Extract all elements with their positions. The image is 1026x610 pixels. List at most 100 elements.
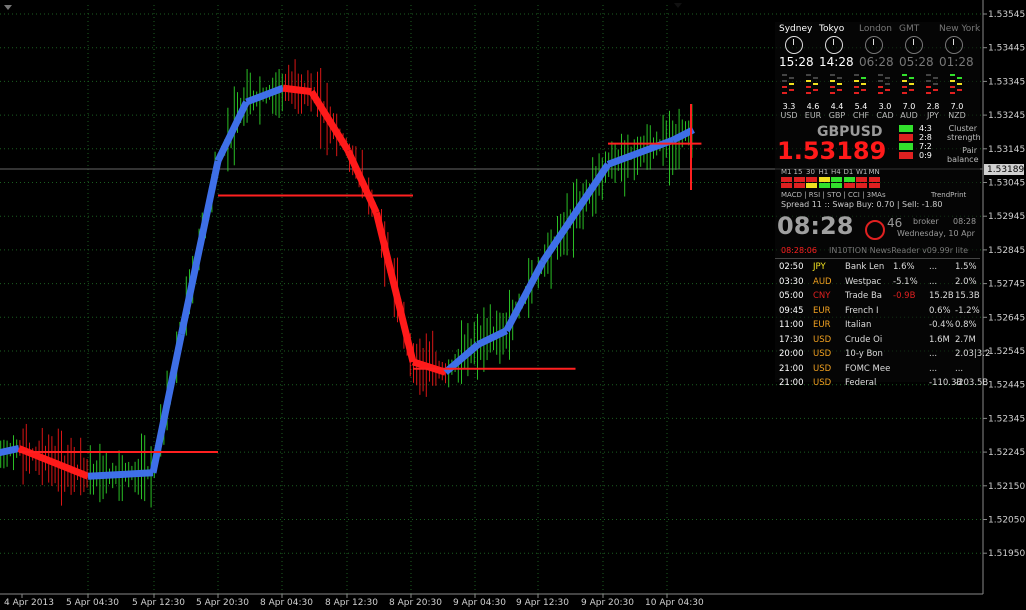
pair-price: 1.53189 bbox=[777, 137, 887, 165]
news-row[interactable]: 17:30 USD Crude Oi 1.6M 2.7M bbox=[779, 335, 979, 347]
price-tick-label: 1.53345 bbox=[988, 77, 1025, 87]
ratio-label: 0:9 bbox=[919, 151, 932, 160]
currency-name: CAD bbox=[876, 111, 894, 120]
strength-bar bbox=[933, 83, 938, 85]
trendprint-label: TrendPrint bbox=[931, 191, 967, 199]
pair-balance-label: Pair balance bbox=[947, 146, 979, 164]
news-cur: CNY bbox=[813, 291, 831, 301]
strength-bar bbox=[885, 77, 890, 79]
trend-segment bbox=[476, 327, 508, 348]
strength-bar bbox=[782, 80, 787, 82]
strength-bar bbox=[902, 74, 907, 76]
news-previous: -1.2% bbox=[955, 305, 980, 316]
session-time: 01:28 bbox=[939, 55, 974, 69]
strength-value: 4.6 bbox=[806, 102, 820, 111]
news-time: 02:50 bbox=[779, 262, 804, 272]
news-forecast: ... bbox=[929, 363, 938, 374]
price-tick-label: 1.51950 bbox=[988, 549, 1025, 559]
strength-value: 2.8 bbox=[926, 102, 940, 111]
broker-label: broker bbox=[913, 217, 939, 226]
strength-bar bbox=[950, 86, 955, 88]
timeframe-label: W1 bbox=[856, 168, 868, 176]
time-tick-label: 5 Apr 04:30 bbox=[66, 598, 119, 608]
news-time: 21:00 bbox=[779, 363, 804, 374]
strength-bar bbox=[806, 80, 811, 82]
news-row[interactable]: 21:00 USD Federal -110.3B -203.5B bbox=[779, 378, 988, 390]
strength-bar bbox=[806, 74, 811, 76]
ratio-label: 4:3 bbox=[919, 124, 932, 133]
trend-segment bbox=[245, 84, 285, 106]
strength-bar bbox=[854, 86, 859, 88]
time-tick-label: 5 Apr 12:30 bbox=[132, 598, 185, 608]
clock-icon bbox=[865, 36, 883, 54]
ratio-label: 2:8 bbox=[919, 133, 932, 142]
trend-segment bbox=[411, 358, 447, 376]
news-event: 10-y Bon bbox=[845, 349, 883, 359]
news-time: 05:00 bbox=[779, 291, 804, 301]
news-cur: EUR bbox=[813, 320, 831, 330]
strength-bar bbox=[837, 89, 842, 91]
timeframe-signal bbox=[818, 177, 830, 182]
timeframe-signal bbox=[856, 177, 867, 182]
timeframe-label: H4 bbox=[831, 168, 841, 176]
timeframe-signal bbox=[818, 183, 830, 188]
news-row[interactable]: 02:50 JPY Bank Len 1.6%... 1.5% bbox=[779, 262, 979, 274]
news-actual: -0.9B bbox=[893, 291, 916, 301]
trend-segment bbox=[373, 212, 417, 363]
price-tick-label: 1.52645 bbox=[988, 313, 1025, 323]
news-forecast: -0.4% bbox=[929, 320, 954, 330]
strength-bar bbox=[789, 77, 794, 79]
currency-name: NZD bbox=[948, 111, 966, 120]
ratio-bar bbox=[899, 143, 913, 150]
news-actual: -5.1% bbox=[893, 276, 918, 287]
strength-value: 7.0 bbox=[950, 102, 964, 111]
alarm-clock-icon bbox=[865, 220, 885, 240]
session-city: Sydney bbox=[779, 24, 813, 34]
news-row[interactable]: 05:00 CNY Trade Ba -0.9B 15.2B 15.3B bbox=[779, 291, 980, 303]
news-row[interactable]: 09:45 EUR French I 0.6% -1.2% bbox=[779, 305, 980, 318]
time-tick-label: 10 Apr 04:30 bbox=[645, 598, 704, 608]
strength-value: 3.3 bbox=[782, 102, 796, 111]
strength-bar bbox=[950, 80, 955, 82]
session-time: 14:28 bbox=[819, 55, 854, 69]
news-forecast: 15.2B bbox=[929, 291, 954, 301]
price-tick-label: 1.52545 bbox=[988, 347, 1025, 357]
price-tick-label: 1.52345 bbox=[988, 414, 1025, 424]
news-header-title: IN10TION NewsReader v09.99r lite bbox=[829, 246, 969, 255]
news-previous: -203.5B bbox=[955, 378, 989, 388]
news-forecast: ... bbox=[929, 349, 938, 359]
spread-line: Spread 11 :: Swap Buy: 0.70 | Sell: -1.8… bbox=[781, 200, 943, 209]
price-tick-label: 1.53545 bbox=[988, 10, 1025, 20]
time-tick-label: 9 Apr 20:30 bbox=[581, 598, 634, 608]
timeframe-signal bbox=[843, 183, 855, 188]
strength-bar bbox=[830, 92, 835, 94]
session-city: London bbox=[859, 24, 892, 34]
price-tick-label: 1.52745 bbox=[988, 280, 1025, 290]
ratio-bar bbox=[899, 134, 913, 141]
time-tick-label: 9 Apr 12:30 bbox=[516, 598, 569, 608]
strength-bar bbox=[885, 89, 890, 91]
news-cur: EUR bbox=[813, 305, 831, 316]
currency-name: AUD bbox=[900, 111, 918, 120]
strength-bar bbox=[861, 89, 866, 91]
news-row[interactable]: 20:00 USD 10-y Bon... 2.03|3.2 bbox=[779, 349, 990, 361]
news-row[interactable]: 03:30 AUD Westpac -5.1%... 2.0% bbox=[779, 277, 979, 289]
info-panel: Sydney 15:28 Tokyo 14:28 London 06:28 GMT 05:28… bbox=[775, 22, 990, 388]
strength-bar bbox=[813, 89, 818, 91]
clock-icon bbox=[905, 36, 923, 54]
strength-bar bbox=[789, 83, 794, 85]
price-tick-label: 1.52150 bbox=[988, 482, 1025, 492]
timeframe-signal bbox=[856, 183, 867, 188]
news-row[interactable]: 11:00 EUR Italian -0.4% 0.8% bbox=[779, 320, 979, 332]
currency-name: JPY bbox=[927, 111, 939, 120]
strength-bar bbox=[878, 74, 883, 76]
trend-segment bbox=[0, 445, 20, 457]
strength-bar bbox=[830, 74, 835, 76]
price-tick-label: 1.53145 bbox=[988, 145, 1025, 155]
strength-bar bbox=[878, 92, 883, 94]
strength-bar bbox=[933, 89, 938, 91]
strength-bar bbox=[909, 89, 914, 91]
news-row[interactable]: 21:00 USD FOMC Mee...... bbox=[779, 364, 979, 376]
strength-bar bbox=[837, 77, 842, 79]
timeframe-signal bbox=[781, 183, 792, 188]
